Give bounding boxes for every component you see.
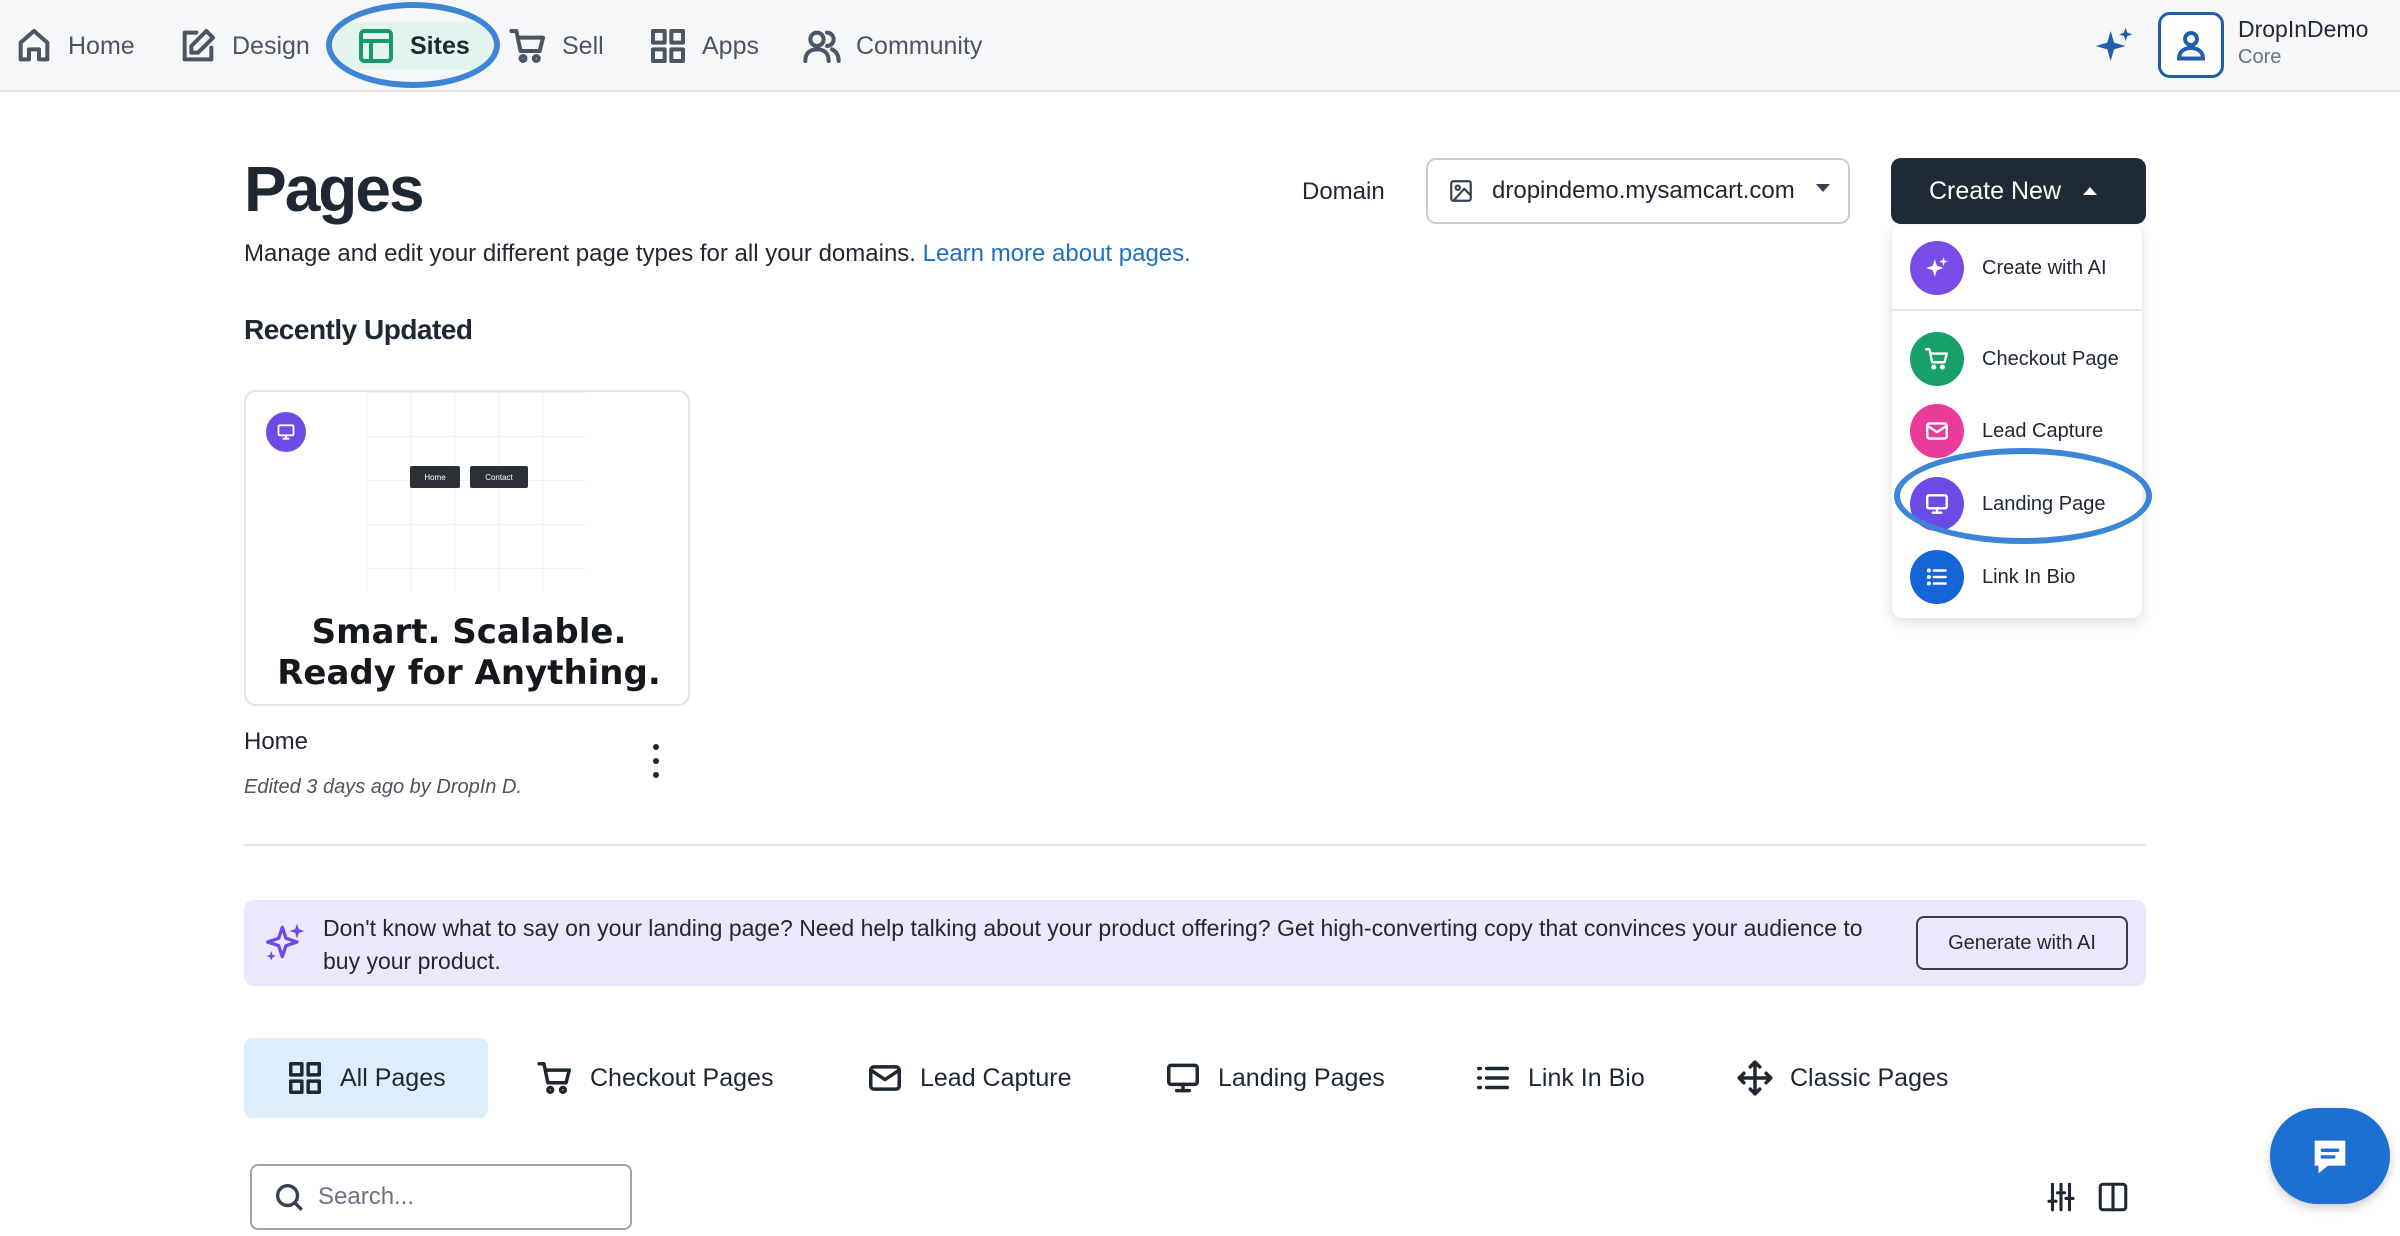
monitor-icon [266,412,306,452]
preview-grid [366,392,586,592]
domain-select[interactable]: dropindemo.mysamcart.com [1426,158,1850,224]
home-icon [18,29,50,62]
menu-item-label: Landing Page [1982,492,2106,515]
menu-item-label: Link In Bio [1982,565,2076,588]
search-icon [275,1183,303,1211]
tab-checkout-pages[interactable]: Checkout Pages [536,1038,773,1118]
menu-item-label: Create with AI [1982,256,2107,279]
chevron-down-icon [1816,184,1830,192]
page-title: Pages [244,153,425,225]
monitor-icon [1167,1063,1199,1093]
nav-design[interactable]: Design [178,22,310,70]
nav-community-label: Community [856,31,983,60]
nav-apps-label: Apps [702,31,759,60]
tab-landing-pages[interactable]: Landing Pages [1164,1038,1385,1118]
cart-icon [537,1062,571,1094]
search-box[interactable] [250,1164,632,1230]
menu-item-landing-page[interactable]: Landing Page [1910,477,2105,531]
monitor-icon [1910,477,1964,531]
nav-home[interactable]: Home [14,22,135,70]
users-icon [803,30,841,63]
section-divider [244,844,2146,846]
tab-label: Checkout Pages [590,1063,774,1092]
menu-divider [1892,309,2142,311]
nav-home-label: Home [68,31,135,60]
mail-icon [1910,404,1964,458]
grid-icon [289,1062,321,1094]
sparkle-icon [266,923,305,961]
domain-value: dropindemo.mysamcart.com [1492,177,1795,204]
tab-label: Classic Pages [1790,1063,1949,1092]
columns-icon[interactable] [2096,1180,2130,1214]
tab-label: Link In Bio [1528,1063,1645,1092]
learn-more-link[interactable]: Learn more about pages. [923,240,1191,267]
move-icon [1737,1060,1773,1096]
preview-home-button: Home [410,466,460,488]
chat-icon [2314,1140,2346,1174]
sparkle-icon [1910,241,1964,295]
page-card[interactable]: Home Contact Smart. Scalable. Ready for … [244,390,690,706]
menu-item-link-in-bio[interactable]: Link In Bio [1910,550,2075,604]
user-plan: Core [2238,46,2282,68]
preview-contact-button: Contact [470,466,528,488]
nav-sites[interactable]: Sites [334,22,492,70]
create-new-menu: Create with AI Checkout Page Lead Captur… [1892,226,2142,618]
list-icon [1477,1066,1509,1090]
cart-icon [1910,332,1964,386]
mail-icon [869,1065,901,1091]
user-icon [2177,31,2205,61]
page-description-text: Manage and edit your different page type… [244,240,916,267]
nav-sell-label: Sell [562,31,604,60]
list-icon [1910,550,1964,604]
image-icon [1450,180,1472,202]
chat-button[interactable] [2270,1108,2390,1204]
menu-item-checkout-page[interactable]: Checkout Page [1910,332,2119,386]
page-card-meta: Edited 3 days ago by DropIn D. [244,776,522,798]
recently-updated-title: Recently Updated [244,314,473,345]
avatar[interactable] [2158,12,2224,78]
ai-banner-text: Don't know what to say on your landing p… [323,915,1863,974]
menu-item-label: Lead Capture [1982,419,2104,442]
tab-all-pages[interactable]: All Pages [244,1038,488,1118]
top-navigation: Home Design Sites Sell Apps Community Dr… [0,0,2400,92]
page-card-name[interactable]: Home [244,728,308,756]
layout-icon [359,29,393,63]
user-name[interactable]: DropInDemo [2238,16,2368,43]
menu-item-lead-capture[interactable]: Lead Capture [1910,404,2103,458]
tab-classic-pages[interactable]: Classic Pages [1736,1038,1948,1118]
preview-headline-line1: Smart. Scalable. [311,612,627,652]
tab-label: Lead Capture [920,1063,1072,1092]
ai-sparkle-icon[interactable] [2094,26,2134,66]
more-options-icon[interactable] [646,744,666,778]
cart-icon [509,29,545,63]
nav-sites-label: Sites [410,31,470,60]
page-description: Manage and edit your different page type… [244,240,1191,268]
tab-lead-capture[interactable]: Lead Capture [866,1038,1072,1118]
menu-item-create-with-ai[interactable]: Create with AI [1910,241,2107,295]
nav-apps[interactable]: Apps [648,22,759,70]
preview-headline: Smart. Scalable. Ready for Anything. [246,612,688,694]
generate-with-ai-button[interactable]: Generate with AI [1916,916,2128,970]
ai-banner: Don't know what to say on your landing p… [244,900,2146,986]
create-new-button[interactable]: Create New [1891,158,2146,224]
nav-community[interactable]: Community [802,22,982,70]
domain-label: Domain [1302,178,1385,205]
tab-link-in-bio[interactable]: Link In Bio [1474,1038,1645,1118]
tab-label: Landing Pages [1218,1063,1385,1092]
grid-icon [651,29,685,64]
menu-item-label: Checkout Page [1982,347,2119,370]
filter-sliders-icon[interactable] [2044,1180,2078,1214]
create-new-label: Create New [1929,176,2061,205]
pencil-square-icon [182,29,215,62]
search-input[interactable] [318,1183,618,1211]
tab-label: All Pages [340,1063,446,1092]
nav-sell[interactable]: Sell [508,22,604,70]
preview-headline-line2: Ready for Anything. [277,653,661,693]
nav-design-label: Design [232,31,310,60]
chevron-up-icon [2083,187,2097,195]
